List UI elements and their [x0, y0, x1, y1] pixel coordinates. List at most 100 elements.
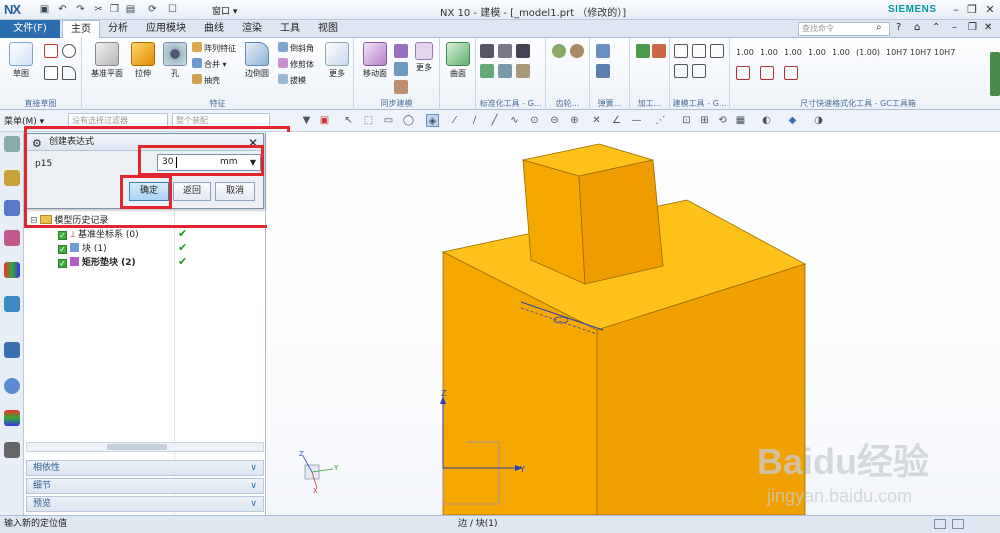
- rib-icon[interactable]: [692, 64, 706, 78]
- rotate-icon[interactable]: ⟲: [716, 114, 729, 127]
- intersection-icon[interactable]: ✕: [590, 114, 603, 127]
- panel-preview[interactable]: 预览 ∨: [26, 496, 264, 512]
- minimize-button[interactable]: –: [948, 2, 964, 17]
- panel-details[interactable]: 细节 ∨: [26, 478, 264, 494]
- show-hide-icon[interactable]: ◑: [812, 114, 825, 127]
- redo-icon[interactable]: ↷: [74, 3, 87, 16]
- tab-home[interactable]: 主页: [62, 20, 100, 39]
- doc-minimize-button[interactable]: –: [952, 22, 957, 33]
- pin-icon[interactable]: [480, 64, 494, 78]
- offset-region-icon[interactable]: [394, 62, 408, 76]
- bound-icon[interactable]: ⋰: [654, 114, 667, 127]
- cursor-icon[interactable]: ↖: [342, 114, 355, 127]
- tab-view[interactable]: 视图: [310, 20, 346, 38]
- shell-button[interactable]: 抽壳: [192, 74, 220, 87]
- tab-render[interactable]: 渲染: [234, 20, 270, 38]
- sketch-button[interactable]: 草图: [2, 42, 40, 79]
- fit-view-icon[interactable]: ⊡: [680, 114, 693, 127]
- dim-format-button-8[interactable]: 10H7: [910, 46, 931, 59]
- spring-icon[interactable]: [596, 44, 610, 58]
- hd3d-icon[interactable]: [4, 296, 20, 312]
- endpoint-icon[interactable]: ⁄: [448, 114, 461, 127]
- window-icon[interactable]: [952, 519, 964, 529]
- trim-body-button[interactable]: 修剪体: [278, 58, 314, 71]
- dim-format-button-6[interactable]: (1.00): [856, 46, 880, 59]
- surface-button[interactable]: 曲面: [440, 42, 476, 79]
- shaded-icon[interactable]: ◆: [786, 114, 799, 127]
- tab-tools[interactable]: 工具: [272, 20, 308, 38]
- horizontal-scrollbar[interactable]: [26, 442, 264, 452]
- close-button[interactable]: ✕: [982, 2, 998, 17]
- process-studio-icon[interactable]: [4, 442, 20, 458]
- spring-icon[interactable]: [596, 64, 610, 78]
- doc-close-button[interactable]: ✕: [984, 22, 992, 33]
- dim-format-button-9[interactable]: 10H7: [934, 46, 955, 59]
- undo-icon[interactable]: ↶: [56, 3, 69, 16]
- arc-icon[interactable]: [62, 66, 76, 80]
- draft-button[interactable]: 拔模: [278, 74, 306, 87]
- touch-mode-icon[interactable]: ☐: [166, 3, 179, 16]
- tab-analysis[interactable]: 分析: [100, 20, 136, 38]
- pull-face-icon[interactable]: [394, 44, 408, 58]
- constraint-navigator-icon[interactable]: [4, 200, 20, 216]
- midpoint-icon[interactable]: ∕: [468, 114, 481, 127]
- select-all-icon[interactable]: ▣: [318, 114, 331, 127]
- help-icon[interactable]: ?: [896, 22, 901, 33]
- check-icon[interactable]: [636, 44, 650, 58]
- pattern-feature-button[interactable]: 阵列特征: [192, 42, 236, 55]
- dash-icon[interactable]: —: [630, 114, 643, 127]
- dim-format-button-2[interactable]: 1.00: [760, 46, 778, 59]
- sync-more-button[interactable]: 更多: [410, 42, 438, 73]
- gear-icon[interactable]: [570, 44, 584, 58]
- datum-plane-button[interactable]: 基准平面: [88, 42, 126, 79]
- cut-icon[interactable]: ✂: [92, 3, 105, 16]
- collapse-ribbon-icon[interactable]: ⌃: [932, 22, 940, 33]
- quadrant-icon[interactable]: ⊕: [568, 114, 581, 127]
- paste-icon[interactable]: ▤: [124, 3, 137, 16]
- triangle-icon[interactable]: [674, 44, 688, 58]
- point-on-curve-icon[interactable]: ∠: [610, 114, 623, 127]
- file-menu[interactable]: 文件(F): [0, 20, 60, 38]
- tree-item-block[interactable]: ✓ 块 (1): [58, 242, 107, 256]
- view-orient-icon[interactable]: ▦: [734, 114, 747, 127]
- history-icon[interactable]: [4, 378, 20, 394]
- system-materials-icon[interactable]: [4, 410, 20, 426]
- restore-button[interactable]: ❐: [964, 2, 980, 17]
- dim-format-button-3[interactable]: 1.00: [784, 46, 802, 59]
- edge-blend-button[interactable]: 边倒圆: [238, 42, 276, 79]
- home-icon[interactable]: ⌂: [914, 22, 920, 33]
- nut-icon[interactable]: [498, 44, 512, 58]
- save-icon[interactable]: ▣: [38, 3, 51, 16]
- washer-icon[interactable]: [516, 44, 530, 58]
- screw-icon[interactable]: [498, 64, 512, 78]
- tab-curve[interactable]: 曲线: [196, 20, 232, 38]
- zoom-icon[interactable]: ⊞: [698, 114, 711, 127]
- plate-icon[interactable]: [674, 64, 688, 78]
- diameter-icon[interactable]: [760, 66, 774, 80]
- line-icon[interactable]: [710, 44, 724, 58]
- filter-icon[interactable]: ▼: [300, 114, 313, 127]
- checkbox-icon[interactable]: ✓: [58, 259, 67, 268]
- assembly-navigator-icon[interactable]: [4, 170, 20, 186]
- scroll-thumb[interactable]: [107, 444, 167, 450]
- graphics-viewport[interactable]: Z Y Z Y X Baidu经验 jingyan.baidu.com: [267, 132, 1000, 516]
- repeat-command-icon[interactable]: ⟳: [146, 3, 159, 16]
- square-icon[interactable]: [692, 44, 706, 58]
- dim-format-button-4[interactable]: 1.00: [808, 46, 826, 59]
- rectangle-icon[interactable]: [44, 66, 58, 80]
- move-face-button[interactable]: 移动面: [356, 42, 394, 79]
- settings-icon[interactable]: [4, 136, 20, 152]
- checkbox-icon[interactable]: ✓: [58, 245, 67, 254]
- line-snap-icon[interactable]: ╱: [488, 114, 501, 127]
- copy-icon[interactable]: ❐: [108, 3, 121, 16]
- checkbox-icon[interactable]: ✓: [58, 231, 67, 240]
- chamfer-button[interactable]: 倒斜角: [278, 42, 314, 55]
- fullscreen-icon[interactable]: [934, 519, 946, 529]
- search-icon[interactable]: ⌕: [876, 22, 882, 33]
- circle-icon[interactable]: [62, 44, 76, 58]
- reuse-library-icon[interactable]: [4, 262, 20, 278]
- snap-point-icon[interactable]: ◈: [426, 114, 439, 127]
- angle-icon[interactable]: [784, 66, 798, 80]
- tab-application[interactable]: 应用模块: [138, 20, 194, 38]
- tangent-icon[interactable]: ⊖: [548, 114, 561, 127]
